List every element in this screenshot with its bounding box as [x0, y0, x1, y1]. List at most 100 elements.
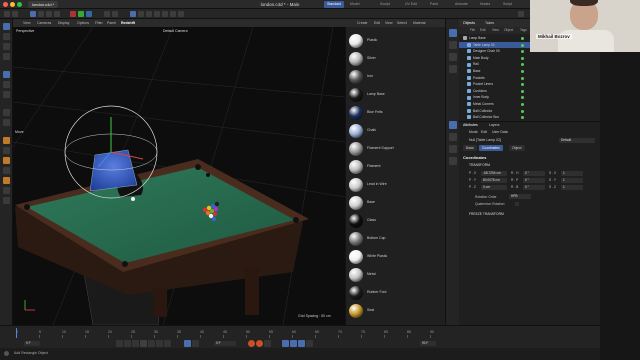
tab-takes[interactable]: Takes: [485, 19, 494, 27]
layout-tab-animate[interactable]: Animate: [455, 1, 468, 8]
transform-heading[interactable]: TRANSFORM: [469, 163, 490, 167]
rotation-order-dropdown[interactable]: HPB: [509, 194, 531, 199]
position-field[interactable]: 80.0078 cm: [481, 178, 507, 183]
scale-field[interactable]: 1: [561, 171, 583, 176]
go-to-start-icon[interactable]: [116, 340, 123, 347]
render-icon[interactable]: [449, 145, 457, 153]
object-row[interactable]: Metal Corners: [459, 101, 600, 108]
workplane-icon[interactable]: [3, 119, 10, 126]
go-to-end-icon[interactable]: [164, 340, 171, 347]
extrude-icon[interactable]: [3, 167, 10, 174]
layout-tab-sculpt[interactable]: Sculpt: [380, 1, 390, 8]
redo-icon[interactable]: [12, 11, 18, 17]
autokey-icon[interactable]: [256, 340, 263, 347]
object-row[interactable]: Base: [459, 68, 600, 75]
material-item[interactable]: Filament: [348, 159, 444, 175]
rotate-tool-icon[interactable]: [3, 81, 10, 88]
visibility-check-icon[interactable]: [521, 56, 524, 60]
visibility-check-icon[interactable]: [521, 103, 524, 106]
visibility-check-icon[interactable]: [521, 76, 524, 80]
viewport-menu-cameras[interactable]: Cameras: [37, 19, 51, 27]
object-menu-tags[interactable]: Tags: [520, 27, 527, 34]
material-menu-edit[interactable]: Edit: [374, 19, 380, 27]
position-field[interactable]: 0 cm: [481, 185, 507, 190]
light-icon[interactable]: [178, 11, 184, 17]
layout-tab-paint[interactable]: Paint: [430, 1, 438, 8]
brush-icon[interactable]: [3, 137, 10, 144]
material-item[interactable]: Lead in Wire: [348, 177, 444, 193]
timeline-settings-icon[interactable]: [192, 340, 199, 347]
material-item[interactable]: White Plastic: [348, 249, 444, 265]
loop-icon[interactable]: [184, 340, 191, 347]
polygons-mode-icon[interactable]: [3, 53, 10, 60]
viewport-menu-view[interactable]: View: [23, 19, 31, 27]
close-window-button[interactable]: [3, 2, 8, 7]
rotation-field[interactable]: 0 °: [523, 178, 545, 183]
bevel-icon[interactable]: [3, 157, 10, 164]
snap-icon[interactable]: [3, 109, 10, 116]
rotation-field[interactable]: 0 °: [523, 171, 545, 176]
axis-z-icon[interactable]: [86, 11, 92, 17]
tab-objects[interactable]: Objects: [463, 19, 475, 27]
scale-tool-icon[interactable]: [3, 91, 10, 98]
knife-icon[interactable]: [3, 147, 10, 154]
material-item[interactable]: Glass: [348, 213, 444, 229]
current-frame-field[interactable]: 0 F: [214, 341, 236, 346]
axis-y-icon[interactable]: [78, 11, 84, 17]
key-param-icon[interactable]: [306, 340, 313, 347]
previous-key-icon[interactable]: [124, 340, 131, 347]
next-key-icon[interactable]: [156, 340, 163, 347]
texture-icon[interactable]: [3, 197, 10, 204]
move-icon[interactable]: [38, 11, 44, 17]
material-item[interactable]: Metal: [348, 267, 444, 283]
attr-menu-mode[interactable]: Mode: [469, 129, 478, 136]
visibility-check-icon[interactable]: [521, 63, 524, 67]
visibility-check-icon[interactable]: [521, 116, 524, 120]
material-item[interactable]: Bottom Cap: [348, 231, 444, 247]
tab-layers[interactable]: Layers: [489, 122, 500, 129]
material-item[interactable]: Chalk: [348, 123, 444, 139]
object-row[interactable]: Pocket Liners: [459, 81, 600, 88]
material-item[interactable]: Rubber Foot: [348, 285, 444, 301]
object-menu-object[interactable]: Object: [504, 27, 513, 34]
visibility-check-icon[interactable]: [521, 70, 524, 73]
visibility-check-icon[interactable]: [521, 43, 524, 47]
object-manager-icon[interactable]: [449, 29, 457, 37]
material-menu-material[interactable]: Material: [413, 19, 425, 27]
rotate-icon[interactable]: [54, 11, 60, 17]
keyframe-selection-icon[interactable]: [264, 340, 271, 347]
subtab-object[interactable]: Object: [509, 145, 525, 151]
spline-pen-icon[interactable]: [138, 11, 144, 17]
material-item[interactable]: Iron: [348, 69, 444, 85]
object-menu-file[interactable]: File: [470, 27, 475, 34]
material-item[interactable]: Blue Felts: [348, 105, 444, 121]
attr-mode-dropdown[interactable]: Default: [559, 138, 595, 143]
material-item[interactable]: Base: [348, 195, 444, 211]
cloner-icon[interactable]: [154, 11, 160, 17]
structure-icon[interactable]: [449, 65, 457, 73]
deformer-icon[interactable]: [162, 11, 168, 17]
key-scale-icon[interactable]: [298, 340, 305, 347]
search-icon[interactable]: [518, 11, 524, 17]
render-view-icon[interactable]: [104, 11, 110, 17]
minimize-window-button[interactable]: [10, 2, 15, 7]
visibility-check-icon[interactable]: [521, 109, 524, 113]
help-icon[interactable]: [449, 157, 457, 165]
camera-icon[interactable]: [170, 11, 176, 17]
object-row[interactable]: Ball Collector Box: [459, 114, 600, 121]
magnet-icon[interactable]: [3, 177, 10, 184]
key-rotation-icon[interactable]: [290, 340, 297, 347]
subdivision-icon[interactable]: [146, 11, 152, 17]
next-frame-icon[interactable]: [148, 340, 155, 347]
scale-field[interactable]: 1: [561, 178, 583, 183]
object-row[interactable]: Cushions: [459, 88, 600, 95]
record-icon[interactable]: [248, 340, 255, 347]
start-frame-field[interactable]: 0 F: [24, 341, 40, 346]
points-mode-icon[interactable]: [3, 33, 10, 40]
undo-icon[interactable]: [4, 11, 10, 17]
edges-mode-icon[interactable]: [3, 43, 10, 50]
key-position-icon[interactable]: [282, 340, 289, 347]
viewport-camera-label[interactable]: Default Camera: [163, 29, 188, 33]
material-item[interactable]: Silver: [348, 51, 444, 67]
visibility-check-icon[interactable]: [521, 89, 524, 93]
